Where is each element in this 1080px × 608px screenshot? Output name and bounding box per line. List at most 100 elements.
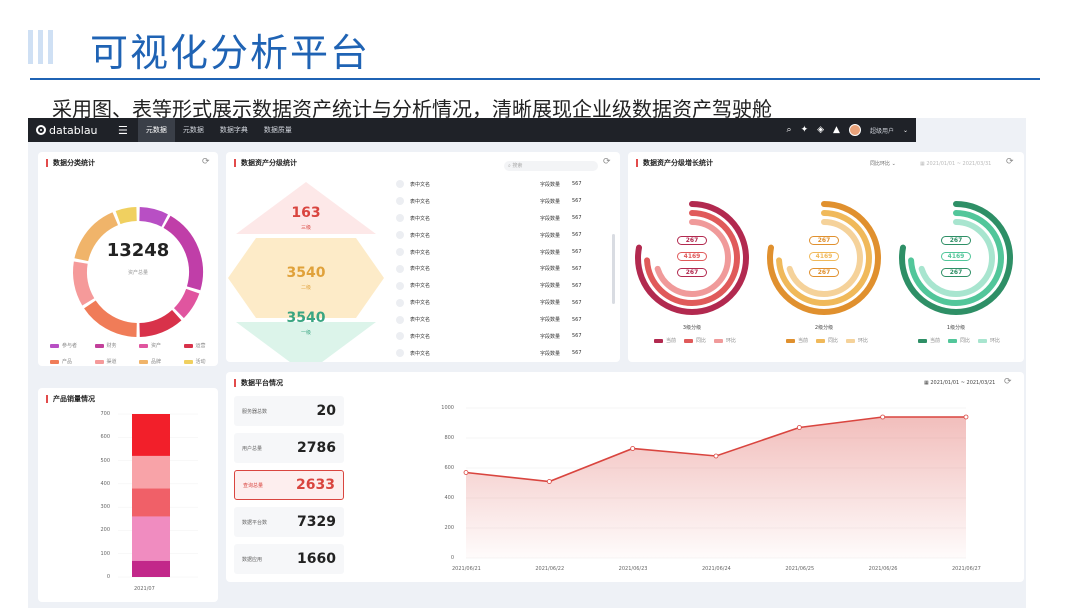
table-row[interactable]: 表中文名 字段数量 567 bbox=[396, 311, 616, 328]
row-field-label: 字段数量 bbox=[540, 266, 561, 273]
level-stats-card: 数据资产分级统计 ⌕ 搜索 ⟳ 163 三级 3540 二级 3540 一级 表… bbox=[226, 152, 620, 362]
refresh-icon[interactable]: ⟳ bbox=[202, 157, 210, 167]
legend-swatch bbox=[684, 338, 694, 343]
layers-icon[interactable]: ◈ bbox=[817, 125, 824, 135]
ring-group-name: 3级分级 bbox=[682, 325, 702, 331]
legend-swatch bbox=[183, 343, 193, 348]
table-row[interactable]: 表中文名 字段数量 567 bbox=[396, 176, 616, 193]
row-count: 567 bbox=[572, 198, 582, 205]
user-name[interactable]: 超级用户 bbox=[870, 126, 894, 135]
legend-item: 品牌 bbox=[139, 358, 184, 365]
legend-item: 渠道 bbox=[94, 358, 140, 365]
row-name: 表中文名 bbox=[410, 249, 431, 256]
ring-legend-item: 同比 bbox=[684, 337, 706, 344]
legend-label: 品牌 bbox=[151, 359, 162, 365]
avatar[interactable] bbox=[848, 124, 861, 136]
row-icon bbox=[396, 281, 404, 290]
menu-icon[interactable]: ☰ bbox=[118, 124, 128, 137]
ring-legend-label: 同比 bbox=[828, 338, 839, 344]
search-placeholder: 搜索 bbox=[512, 163, 523, 169]
nav-item-metadata-active[interactable]: 元数据 bbox=[137, 118, 175, 142]
ring-legend-item: 当前 bbox=[786, 337, 808, 344]
nav-item-data-quality[interactable]: 数据质量 bbox=[256, 118, 300, 142]
level-3-label: 三级 bbox=[300, 225, 311, 231]
platform-card: 数据平台情况 ▦ 2021/01/01 ~ 2021/03/21 ⟳ 服务器总数… bbox=[226, 372, 1024, 582]
table-row[interactable]: 表中文名 字段数量 567 bbox=[396, 277, 616, 294]
row-name: 表中文名 bbox=[410, 300, 431, 307]
ring-legend: 当前 同比 环比 bbox=[918, 337, 1000, 344]
card-title: 数据资产分级统计 bbox=[234, 159, 297, 167]
legend-swatch bbox=[816, 338, 826, 343]
sales-bar-segment bbox=[132, 516, 170, 561]
chevron-down-icon[interactable]: ⌄ bbox=[903, 127, 908, 134]
logo[interactable]: datablau bbox=[36, 124, 112, 137]
table-scrollbar[interactable] bbox=[612, 234, 615, 304]
area-y-tick: 0 bbox=[450, 555, 454, 561]
ring-legend-item: 当前 bbox=[918, 337, 940, 344]
ring-legend: 当前 同比 环比 bbox=[654, 337, 736, 344]
row-field-label: 字段数量 bbox=[540, 333, 561, 340]
table-row[interactable]: 表中文名 字段数量 567 bbox=[396, 227, 616, 244]
table-row[interactable]: 表中文名 字段数量 567 bbox=[396, 260, 616, 277]
ring-legend-item: 当前 bbox=[654, 337, 676, 344]
growth-stats-card: 数据资产分级增长统计 同比环比 ⌄ ▦ 2021/01/01 ~ 2021/03… bbox=[628, 152, 1024, 362]
area-y-tick: 1000 bbox=[441, 405, 454, 411]
legend-swatch bbox=[846, 338, 856, 343]
search-input[interactable]: ⌕ 搜索 bbox=[504, 161, 598, 171]
legend-item: 资产 bbox=[139, 342, 184, 349]
top-navigation-bar: datablau ☰ 元数据 元数据 数据字典 数据质量 ⌕ ✦ ◈ ▲ 超级用… bbox=[28, 118, 916, 142]
table-row[interactable]: 表中文名 字段数量 567 bbox=[396, 345, 616, 362]
ring-group-name: 2级分级 bbox=[814, 325, 834, 331]
logo-text: datablau bbox=[49, 123, 98, 137]
row-field-label: 字段数量 bbox=[540, 232, 561, 239]
row-name: 表中文名 bbox=[410, 232, 431, 239]
search-icon[interactable]: ⌕ bbox=[787, 125, 792, 135]
table-row[interactable]: 表中文名 字段数量 567 bbox=[396, 328, 616, 345]
row-name: 表中文名 bbox=[410, 266, 431, 273]
legend-label: 资产 bbox=[151, 343, 162, 349]
table-row[interactable]: 表中文名 字段数量 567 bbox=[396, 193, 616, 210]
sales-bar-segment bbox=[132, 414, 170, 456]
level-1-value: 3540 bbox=[286, 310, 326, 326]
legend-swatch bbox=[654, 338, 663, 343]
row-count: 567 bbox=[572, 350, 582, 357]
legend-swatch bbox=[94, 359, 104, 364]
sales-bar-segment bbox=[132, 455, 170, 489]
row-icon bbox=[396, 298, 404, 307]
row-icon bbox=[396, 315, 404, 324]
donut-total-value: 13248 bbox=[106, 240, 170, 261]
ring-legend-label: 同比 bbox=[696, 338, 707, 344]
legend-swatch bbox=[183, 359, 193, 364]
legend-label: 渠道 bbox=[106, 359, 117, 365]
legend-swatch bbox=[714, 338, 724, 343]
nav-item-metadata[interactable]: 元数据 bbox=[175, 118, 212, 142]
ring-legend-item: 同比 bbox=[816, 337, 838, 344]
notification-bell-icon[interactable]: ✦ bbox=[801, 125, 809, 135]
table-row[interactable]: 表中文名 字段数量 567 bbox=[396, 244, 616, 261]
legend-label: 产品 bbox=[62, 359, 73, 365]
ring-value-pill: 267 bbox=[677, 236, 707, 245]
table-row[interactable]: 表中文名 字段数量 567 bbox=[396, 294, 616, 311]
refresh-icon[interactable]: ⟳ bbox=[603, 157, 611, 167]
legend-item: 财务 bbox=[94, 342, 140, 349]
platform-area-chart bbox=[463, 407, 969, 559]
nav-item-data-dictionary[interactable]: 数据字典 bbox=[212, 118, 256, 142]
row-count: 567 bbox=[572, 232, 582, 239]
ring-legend-item: 同比 bbox=[948, 337, 970, 344]
title-decoration bbox=[28, 30, 53, 64]
table-row[interactable]: 表中文名 字段数量 567 bbox=[396, 210, 616, 227]
row-count: 567 bbox=[572, 249, 582, 255]
row-field-label: 字段数量 bbox=[540, 317, 561, 324]
row-count: 567 bbox=[572, 181, 582, 188]
logo-icon bbox=[36, 125, 46, 135]
sales-bar-segment bbox=[132, 488, 170, 517]
ring-value-pill: 267 bbox=[941, 236, 971, 245]
warning-icon[interactable]: ▲ bbox=[833, 125, 840, 135]
row-icon bbox=[396, 264, 404, 273]
area-y-tick: 600 bbox=[444, 465, 454, 471]
ring-legend-label: 环比 bbox=[726, 338, 737, 344]
area-x-tick: 2021/06/25 bbox=[785, 566, 815, 572]
area-y-tick: 400 bbox=[444, 495, 454, 501]
row-name: 表中文名 bbox=[410, 181, 431, 188]
row-name: 表中文名 bbox=[410, 215, 431, 222]
